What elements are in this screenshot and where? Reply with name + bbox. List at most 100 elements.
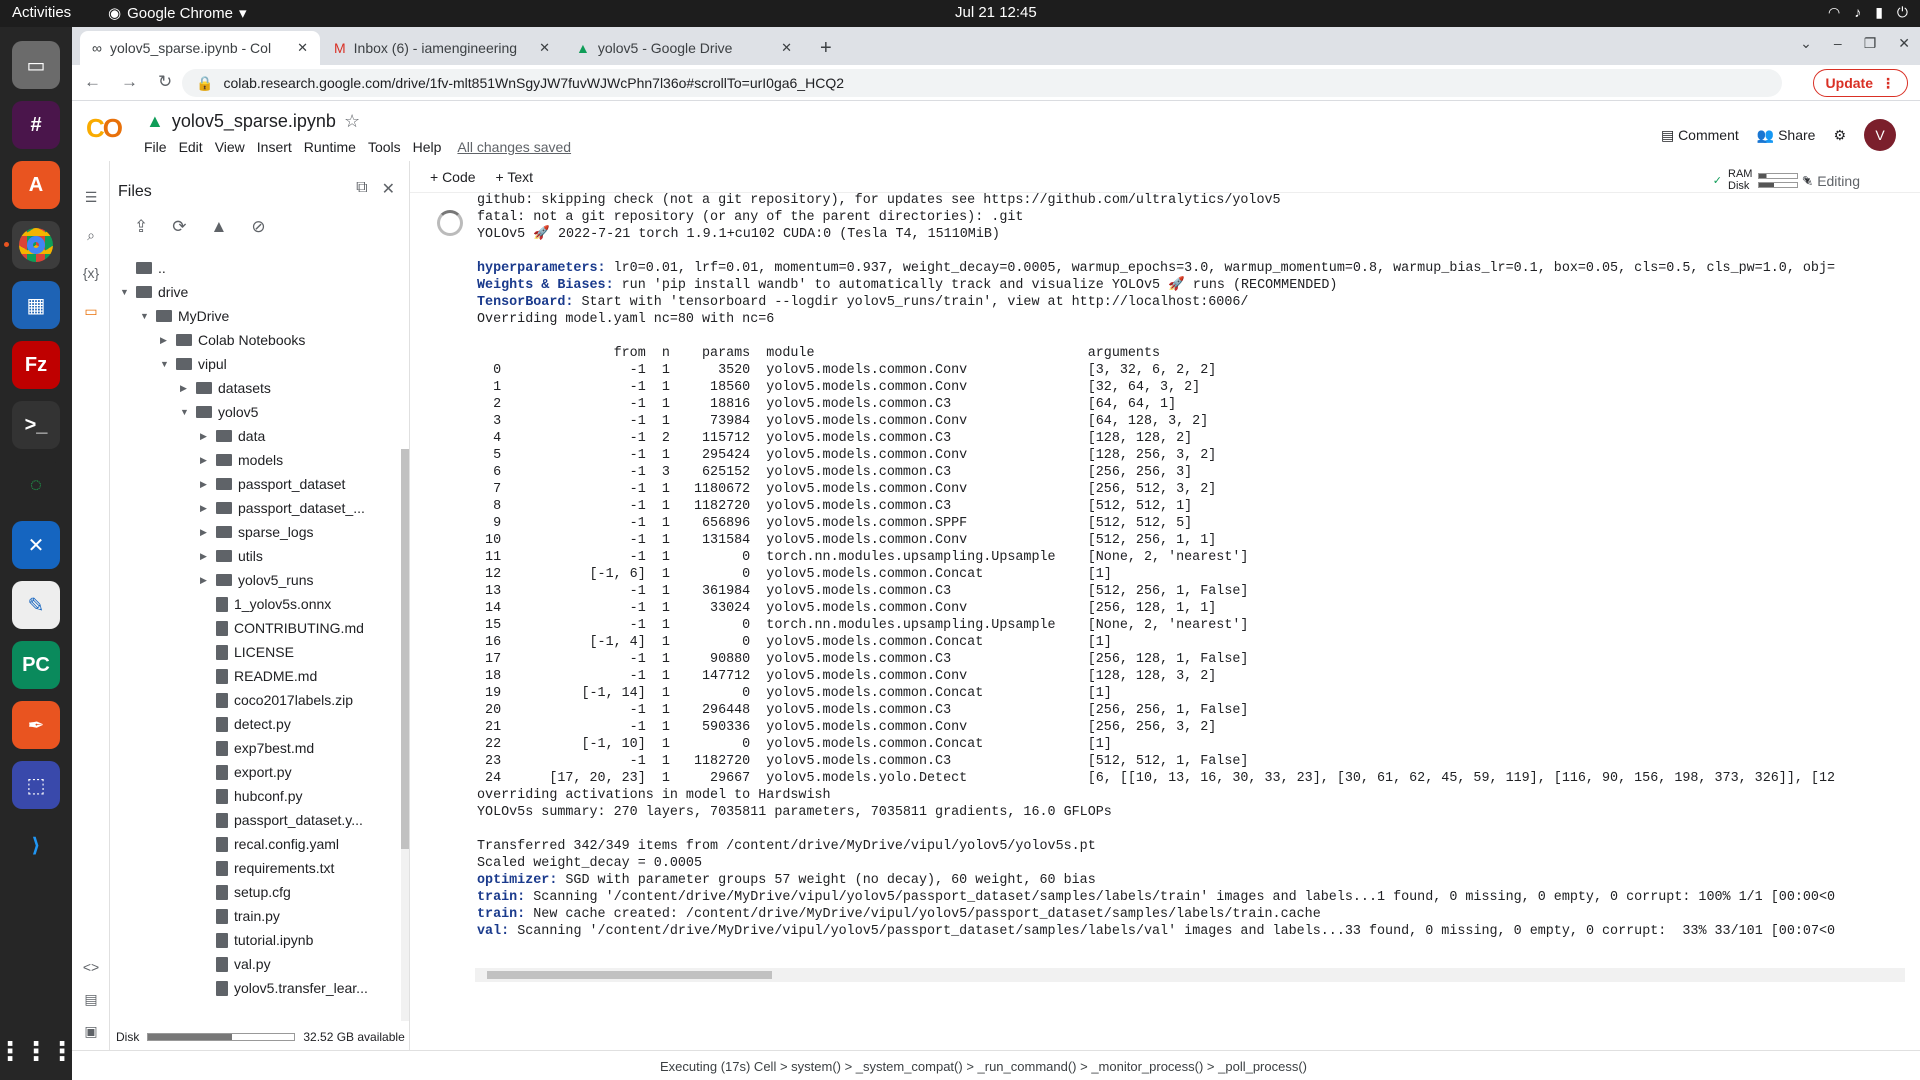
url-input[interactable]: 🔒 colab.research.google.com/drive/1fv-mlt… — [182, 69, 1782, 97]
caret-down-icon[interactable]: ▼ — [180, 407, 190, 417]
vscode-icon[interactable]: ⟩ — [12, 821, 60, 869]
output-horizontal-scrollbar[interactable] — [475, 968, 1905, 982]
terminal-icon[interactable]: >_ — [12, 401, 60, 449]
folder-item[interactable]: ▶ models — [200, 449, 283, 471]
app-grid-icon[interactable]: ⋮⋮⋮ — [0, 1027, 75, 1075]
restore-icon[interactable]: ❐ — [1864, 35, 1877, 52]
clock[interactable]: Jul 21 12:45 — [955, 4, 1037, 21]
folder-item[interactable]: ▶ sparse_logs — [200, 521, 314, 543]
menu-tools[interactable]: Tools — [368, 139, 401, 155]
menu-view[interactable]: View — [215, 139, 245, 155]
caret-down-icon[interactable]: ▼ — [140, 311, 150, 321]
pycharm-icon[interactable]: PC — [12, 641, 60, 689]
file-item[interactable]: detect.py — [200, 713, 291, 735]
folder-item[interactable]: ▶ passport_dataset — [200, 473, 345, 495]
folder-item[interactable]: ▶ Colab Notebooks — [160, 329, 305, 351]
tab-drive[interactable]: ▲ yolov5 - Google Drive ✕ — [564, 31, 804, 65]
system-tray[interactable]: ◠ ♪ ▮ ⏻ — [1828, 4, 1908, 21]
hide-icon[interactable]: ⊘ — [251, 217, 265, 237]
caret-right-icon[interactable]: ▶ — [160, 335, 170, 346]
comment-button[interactable]: ▤ Comment — [1661, 127, 1739, 144]
file-item[interactable]: train.py — [200, 905, 280, 927]
file-item[interactable]: export.py — [200, 761, 292, 783]
caret-right-icon[interactable]: ▶ — [200, 527, 210, 538]
text-editor-icon[interactable]: ✎ — [12, 581, 60, 629]
folder-item[interactable]: .. — [120, 257, 166, 279]
files-scrollbar[interactable] — [401, 449, 409, 1021]
cell-run-spinner-icon[interactable] — [437, 210, 463, 236]
tab-colab[interactable]: ∞ yolov5_sparse.ipynb - Col ✕ — [80, 31, 320, 65]
mount-drive-icon[interactable]: ▲ — [211, 217, 228, 237]
close-icon[interactable]: ✕ — [781, 40, 792, 56]
file-item[interactable]: exp7best.md — [200, 737, 314, 759]
terminal-panel-icon[interactable]: ▣ — [81, 1023, 101, 1043]
close-icon[interactable]: ✕ — [382, 179, 395, 199]
caret-right-icon[interactable]: ▶ — [200, 503, 210, 514]
file-item[interactable]: yolov5.transfer_lear... — [200, 977, 368, 997]
menu-edit[interactable]: Edit — [179, 139, 203, 155]
file-item[interactable]: passport_dataset.y... — [200, 809, 363, 831]
file-item[interactable]: CONTRIBUTING.md — [200, 617, 364, 639]
file-item[interactable]: val.py — [200, 953, 271, 975]
new-tab-button[interactable]: + — [808, 31, 848, 65]
close-window-icon[interactable]: ✕ — [1898, 35, 1910, 52]
file-item[interactable]: LICENSE — [200, 641, 294, 663]
screenshot-icon[interactable]: ⬚ — [12, 761, 60, 809]
file-item[interactable]: coco2017labels.zip — [200, 689, 353, 711]
slack-icon[interactable]: # — [12, 101, 60, 149]
folder-item[interactable]: ▶ utils — [200, 545, 263, 567]
folder-item[interactable]: ▼ vipul — [160, 353, 227, 375]
variables-icon[interactable]: {x} — [81, 265, 101, 285]
menu-help[interactable]: Help — [413, 139, 442, 155]
upload-icon[interactable]: ⇪ — [134, 217, 148, 237]
command-palette-icon[interactable]: ▤ — [81, 991, 101, 1011]
file-item[interactable]: setup.cfg — [200, 881, 291, 903]
caret-right-icon[interactable]: ▶ — [180, 383, 190, 394]
remote-desktop-icon[interactable]: ✕ — [12, 521, 60, 569]
files-app-icon[interactable]: ▭ — [12, 41, 60, 89]
caret-right-icon[interactable]: ▶ — [200, 551, 210, 562]
file-item[interactable]: requirements.txt — [200, 857, 334, 879]
add-code-button[interactable]: + Code — [430, 169, 476, 185]
forward-icon[interactable]: → — [121, 72, 138, 92]
menu-insert[interactable]: Insert — [257, 139, 292, 155]
search-icon[interactable]: ⌕ — [81, 227, 101, 247]
folder-item[interactable]: ▶ datasets — [180, 377, 271, 399]
refresh-icon[interactable]: ⟳ — [172, 217, 186, 237]
code-snippets-icon[interactable]: <> — [81, 959, 101, 979]
software-center-icon[interactable]: A — [12, 161, 60, 209]
folder-item[interactable]: ▶ yolov5_runs — [200, 569, 314, 591]
caret-right-icon[interactable]: ▶ — [200, 455, 210, 466]
file-item[interactable]: README.md — [200, 665, 317, 687]
editing-mode-button[interactable]: ✎ Editing — [1802, 173, 1860, 190]
caret-right-icon[interactable]: ▶ — [200, 575, 210, 586]
sync-icon[interactable]: ◌ — [12, 461, 60, 509]
tab-gmail[interactable]: M Inbox (6) - iamengineering ✕ — [322, 31, 562, 65]
caret-right-icon[interactable]: ▶ — [200, 479, 210, 490]
toc-icon[interactable]: ☰ — [81, 189, 101, 209]
chrome-dock-icon[interactable] — [12, 221, 60, 269]
save-status[interactable]: All changes saved — [457, 139, 571, 155]
menu-runtime[interactable]: Runtime — [304, 139, 356, 155]
filezilla-icon[interactable]: Fz — [12, 341, 60, 389]
colab-logo[interactable]: CO — [86, 113, 123, 144]
caret-down-icon[interactable]: ▼ — [120, 287, 130, 297]
folder-item[interactable]: ▼ yolov5 — [180, 401, 258, 423]
avatar[interactable]: V — [1864, 119, 1896, 151]
folder-icon[interactable]: ▭ — [81, 303, 101, 323]
file-item[interactable]: tutorial.ipynb — [200, 929, 313, 951]
caret-down-icon[interactable]: ▼ — [160, 359, 170, 369]
file-item[interactable]: recal.config.yaml — [200, 833, 339, 855]
gear-icon[interactable]: ⚙ — [1833, 127, 1846, 144]
file-item[interactable]: hubconf.py — [200, 785, 303, 807]
share-button[interactable]: 👥 Share — [1757, 127, 1816, 144]
minimize-icon[interactable]: – — [1834, 35, 1842, 52]
calculator-icon[interactable]: ▦ — [12, 281, 60, 329]
back-icon[interactable]: ← — [84, 72, 101, 92]
caret-right-icon[interactable]: ▶ — [200, 431, 210, 442]
star-icon[interactable]: ☆ — [344, 111, 360, 132]
add-text-button[interactable]: + Text — [496, 169, 534, 185]
update-button[interactable]: Update ⋮ — [1812, 69, 1908, 97]
close-icon[interactable]: ✕ — [297, 40, 308, 56]
open-in-tab-icon[interactable]: ⧉ — [356, 179, 367, 199]
